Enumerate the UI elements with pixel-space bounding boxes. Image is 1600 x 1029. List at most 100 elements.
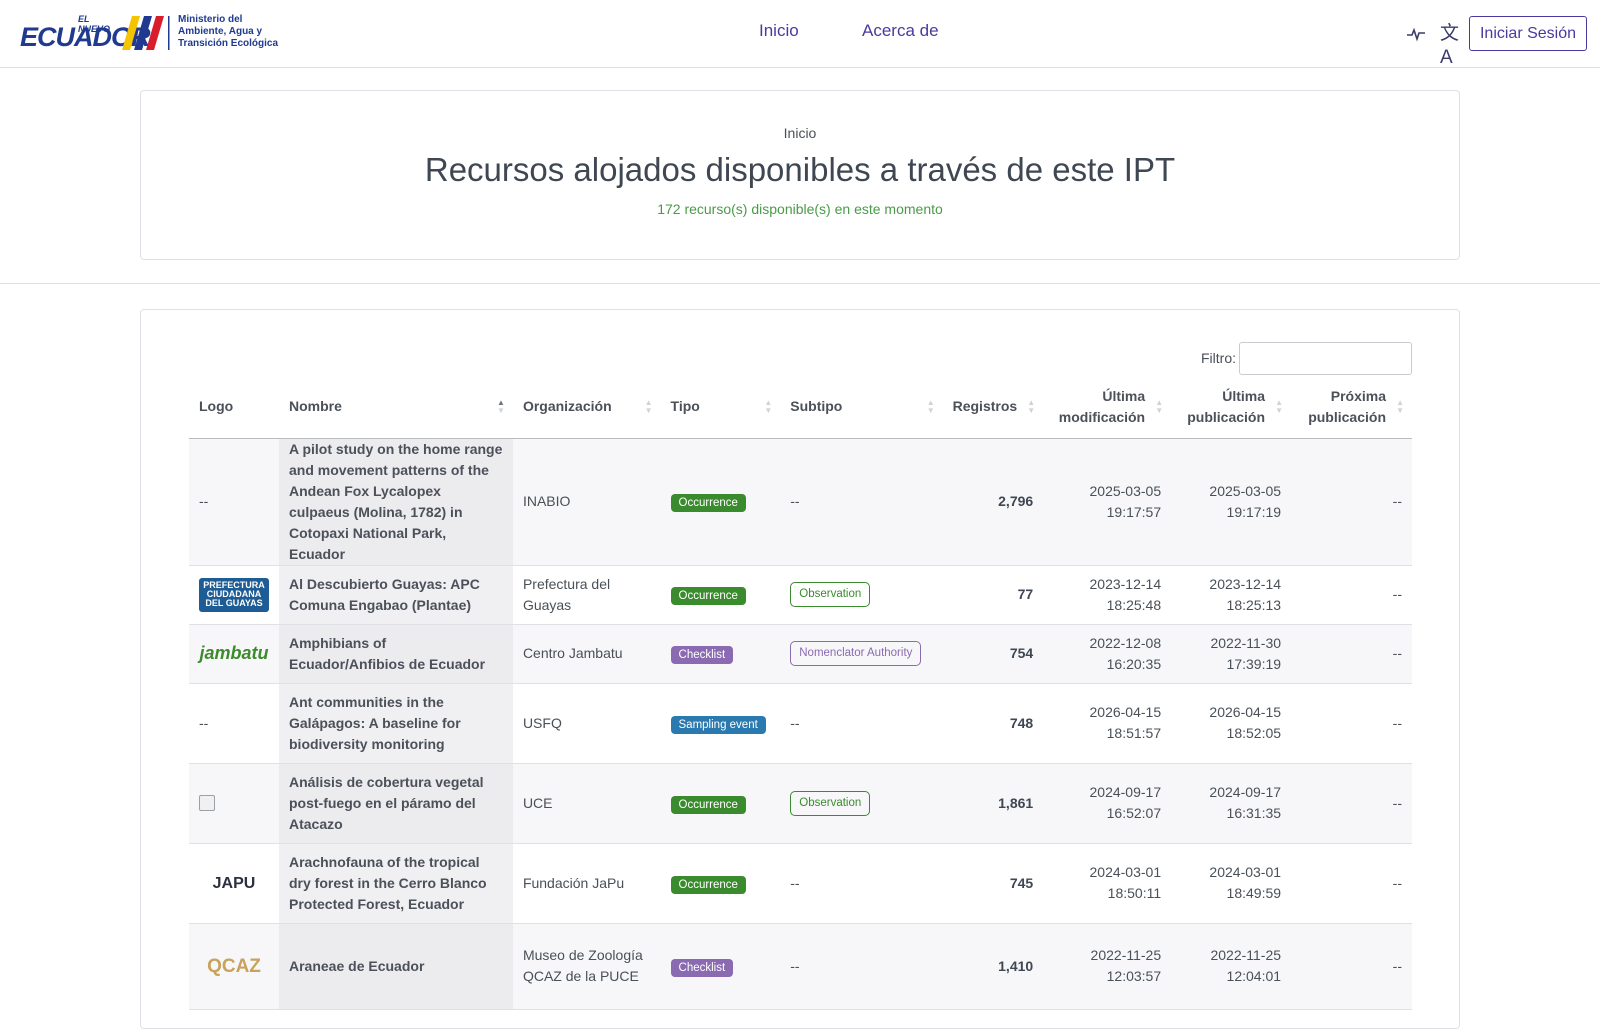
col-records-label: Registros xyxy=(952,398,1018,415)
table-row[interactable]: PREFECTURA CIUDADANA DEL GUAYAS Al Descu… xyxy=(189,565,1412,625)
col-name[interactable]: Nombre ▲ ▼ xyxy=(279,376,513,439)
col-records[interactable]: Registros ▲ ▼ xyxy=(942,376,1044,439)
prefectura-guayas-logo: PREFECTURA CIUDADANA DEL GUAYAS xyxy=(199,577,269,612)
type-badge: Occurrence xyxy=(670,795,746,814)
organization: USFQ xyxy=(512,683,661,764)
col-org[interactable]: Organización ▲ ▼ xyxy=(512,376,661,439)
resource-name-link[interactable]: Al Descubierto Guayas: APC Comuna Engaba… xyxy=(279,565,513,625)
next-publication: -- xyxy=(1291,683,1412,764)
last-published: 2026-04-15 18:52:05 xyxy=(1171,683,1292,764)
subtype: -- xyxy=(780,438,943,566)
resource-name-link[interactable]: Análisis de cobertura vegetal post-fuego… xyxy=(279,763,513,844)
resource-name-link[interactable]: A pilot study on the home range and move… xyxy=(279,438,513,566)
col-next[interactable]: Próxima publicación ▲ ▼ xyxy=(1291,376,1412,439)
type-badge: Occurrence xyxy=(670,875,746,894)
records-count: 77 xyxy=(942,565,1044,625)
sort-icon: ▲ ▼ xyxy=(1275,397,1284,415)
sort-icon: ▲ ▼ xyxy=(764,397,773,415)
resources-table: Logo Nombre ▲ ▼ Organización ▲ ▼ Tipo ▲ ▼ Subt… xyxy=(189,376,1412,1010)
subtype-badge: Observation xyxy=(790,790,871,816)
subtype-badge: Observation xyxy=(790,582,871,607)
col-published-label: Última publicación xyxy=(1187,387,1266,425)
logo-ministry: Ministerio del Ambiente, Agua y Transici… xyxy=(178,14,279,49)
last-published: 2023-12-14 18:25:13 xyxy=(1171,565,1292,625)
last-published: 2024-09-17 16:31:35 xyxy=(1171,763,1292,844)
col-next-label: Próxima publicación xyxy=(1308,387,1386,425)
last-modified: 2022-12-08 16:20:35 xyxy=(1043,624,1172,684)
next-publication: -- xyxy=(1291,763,1412,844)
records-count: 745 xyxy=(942,843,1044,924)
health-pulse-icon[interactable] xyxy=(1404,22,1428,46)
col-type[interactable]: Tipo ▲ ▼ xyxy=(660,376,781,439)
subtype: -- xyxy=(780,683,943,764)
nav-inicio[interactable]: Inicio xyxy=(759,21,799,41)
logo-cell: -- xyxy=(189,683,279,764)
table-row[interactable]: Análisis de cobertura vegetal post-fuego… xyxy=(189,763,1412,844)
sort-asc-icon: ▲ ▼ xyxy=(497,397,505,415)
last-modified: 2025-03-05 19:17:57 xyxy=(1043,438,1172,566)
flag-stripes-icon xyxy=(122,16,170,50)
table-row[interactable]: JAPU Arachnofauna of the tropical dry fo… xyxy=(189,843,1412,924)
records-count: 748 xyxy=(942,683,1044,764)
resource-name-link[interactable]: Amphibians of Ecuador/Anfibios de Ecuado… xyxy=(279,624,513,684)
col-org-label: Organización xyxy=(522,398,612,415)
last-modified: 2022-11-25 12:03:57 xyxy=(1043,923,1172,1010)
col-name-label: Nombre xyxy=(289,398,342,415)
breadcrumb: Inicio xyxy=(783,125,817,141)
hero-card: Inicio Recursos alojados disponibles a t… xyxy=(140,90,1460,260)
last-modified: 2024-09-17 16:52:07 xyxy=(1043,763,1172,844)
top-navbar: EL NUEVO ECUADOR Ministerio del Ambiente… xyxy=(0,0,1600,68)
next-publication: -- xyxy=(1291,565,1412,625)
resource-name-link[interactable]: Arachnofauna of the tropical dry forest … xyxy=(279,843,513,924)
type-badge: Checklist xyxy=(670,958,734,977)
last-modified: 2024-03-01 18:50:11 xyxy=(1043,843,1172,924)
records-count: 1,410 xyxy=(942,923,1044,1010)
sort-icon: ▲ ▼ xyxy=(644,397,653,415)
type-badge: Sampling event xyxy=(670,715,766,734)
col-published[interactable]: Última publicación ▲ ▼ xyxy=(1171,376,1292,439)
organization: Centro Jambatu xyxy=(512,624,661,684)
broken-image-icon xyxy=(199,795,215,811)
subtype-badge: Nomenclator Authority xyxy=(790,641,922,666)
resource-name-link[interactable]: Ant communities in the Galápagos: A base… xyxy=(279,683,513,764)
col-subtype-label: Subtipo xyxy=(790,398,843,415)
resource-name-link[interactable]: Araneae de Ecuador xyxy=(279,923,513,1010)
sort-icon: ▲ ▼ xyxy=(1396,397,1404,415)
records-count: 2,796 xyxy=(942,438,1044,566)
sort-icon: ▲ ▼ xyxy=(1027,397,1036,415)
organization: UCE xyxy=(512,763,661,844)
table-row[interactable]: QCAZ Araneae de Ecuador Museo de Zoologí… xyxy=(189,923,1412,1010)
table-row[interactable]: -- Ant communities in the Galápagos: A b… xyxy=(189,683,1412,764)
table-header-row: Logo Nombre ▲ ▼ Organización ▲ ▼ Tipo ▲ ▼ Subt… xyxy=(189,376,1412,439)
last-published: 2022-11-25 12:04:01 xyxy=(1171,923,1292,1010)
col-subtype[interactable]: Subtipo ▲ ▼ xyxy=(780,376,943,439)
sort-icon: ▲ ▼ xyxy=(926,397,935,415)
next-publication: -- xyxy=(1291,923,1412,1010)
nav-acerca-de[interactable]: Acerca de xyxy=(862,21,939,41)
type-badge: Occurrence xyxy=(670,494,746,512)
records-count: 754 xyxy=(942,624,1044,684)
subtype: -- xyxy=(780,843,943,924)
logo-cell: -- xyxy=(189,438,279,566)
last-modified: 2026-04-15 18:51:57 xyxy=(1043,683,1172,764)
filter-input[interactable] xyxy=(1239,342,1412,375)
last-published: 2022-11-30 17:39:19 xyxy=(1171,624,1292,684)
records-count: 1,861 xyxy=(942,763,1044,844)
table-row[interactable]: -- A pilot study on the home range and m… xyxy=(189,438,1412,566)
sort-icon: ▲ ▼ xyxy=(1155,397,1164,415)
col-modified[interactable]: Última modificación ▲ ▼ xyxy=(1043,376,1172,439)
login-button[interactable]: Iniciar Sesión xyxy=(1469,16,1587,51)
col-logo: Logo xyxy=(189,376,279,439)
col-modified-label: Última modificación xyxy=(1058,387,1146,425)
last-published: 2025-03-05 19:17:19 xyxy=(1171,438,1292,566)
organization: Fundación JaPu xyxy=(512,843,661,924)
type-badge: Checklist xyxy=(670,646,734,664)
next-publication: -- xyxy=(1291,624,1412,684)
translate-icon[interactable]: 文A xyxy=(1440,22,1464,68)
japu-logo: JAPU xyxy=(212,874,256,892)
last-published: 2024-03-01 18:49:59 xyxy=(1171,843,1292,924)
col-type-label: Tipo xyxy=(670,398,700,415)
organization: Prefectura del Guayas xyxy=(512,565,661,625)
table-row[interactable]: jambatu Amphibians of Ecuador/Anfibios d… xyxy=(189,624,1412,684)
qcaz-logo: QCAZ xyxy=(207,955,261,977)
